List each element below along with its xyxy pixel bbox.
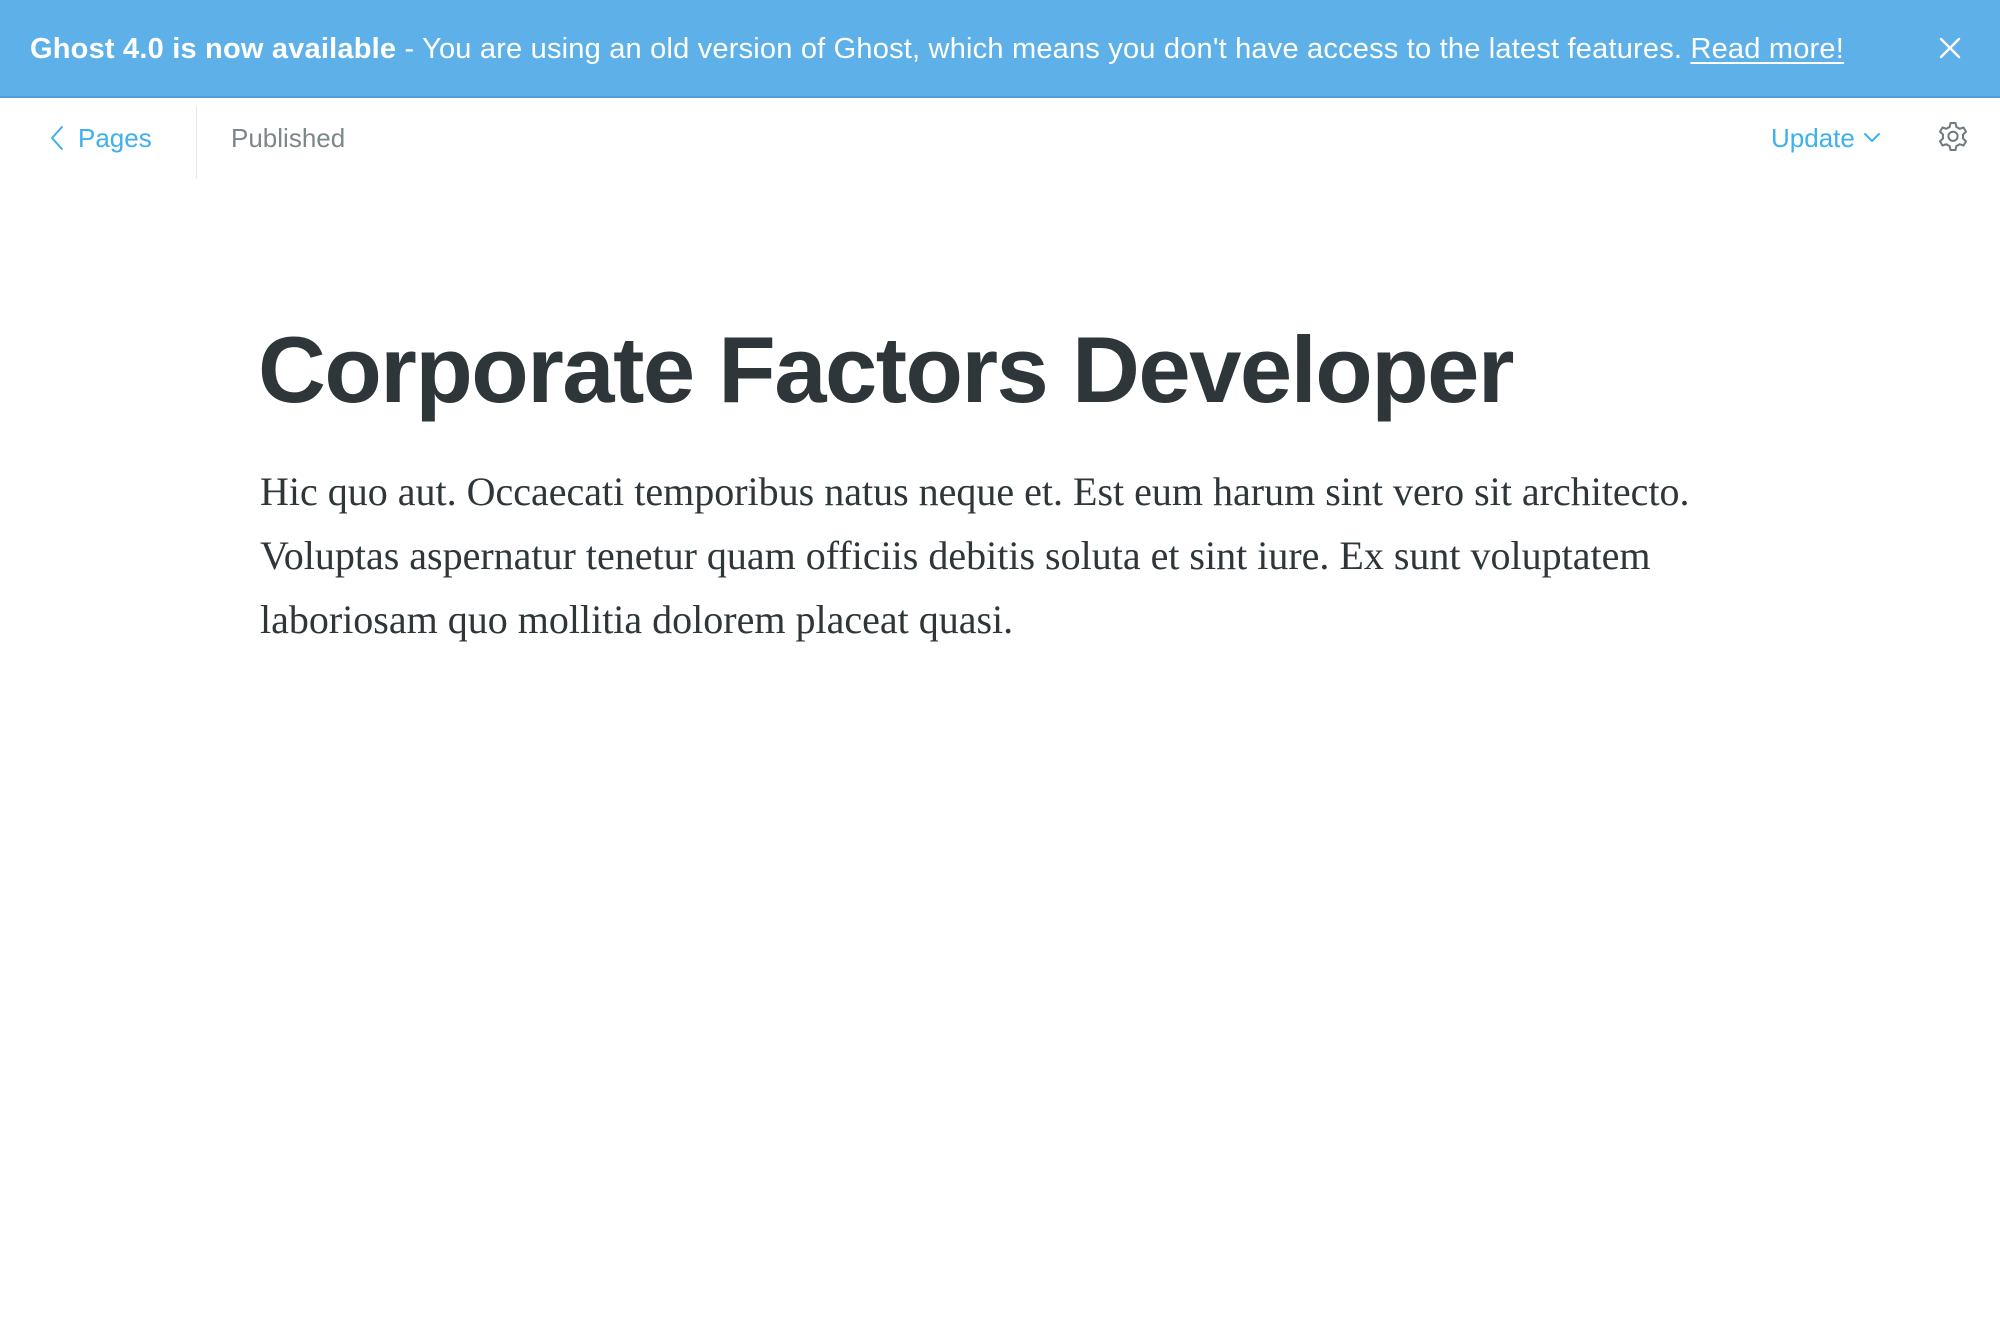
update-button[interactable]: Update <box>1771 98 1881 178</box>
close-icon[interactable] <box>1936 34 1964 62</box>
post-body[interactable]: Hic quo aut. Occaecati temporibus natus … <box>260 460 1740 652</box>
upgrade-banner: Ghost 4.0 is now available - You are usi… <box>0 0 2000 98</box>
update-button-label: Update <box>1771 122 1855 153</box>
gear-icon[interactable] <box>1935 120 1971 156</box>
banner-body-text: - You are using an old version of Ghost,… <box>396 33 1691 65</box>
back-to-pages-link[interactable]: Pages <box>50 98 152 178</box>
post-title[interactable]: Corporate Factors Developer <box>258 315 1758 425</box>
banner-headline: Ghost 4.0 is now available <box>30 33 397 65</box>
editor-header: Pages Published Update <box>0 98 2000 178</box>
chevron-down-icon <box>1863 133 1880 142</box>
read-more-link[interactable]: Read more! <box>1690 33 1844 65</box>
banner-message: Ghost 4.0 is now available - You are usi… <box>30 31 1844 67</box>
header-divider <box>196 106 197 178</box>
chevron-left-icon <box>51 126 63 150</box>
back-link-label: Pages <box>78 122 152 153</box>
post-status: Published <box>231 122 346 153</box>
